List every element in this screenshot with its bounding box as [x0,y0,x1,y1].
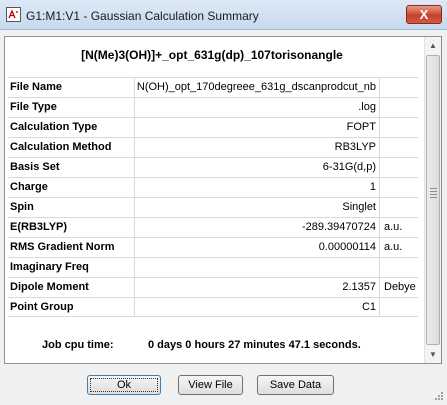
row-label: Imaginary Freq [8,258,135,277]
scrollbar-thumb[interactable] [426,55,440,345]
row-value: N(OH)_opt_170degreee_631g_dscanprodcut_n… [136,78,380,97]
ok-button-label: Ok [89,378,159,392]
row-unit [381,258,418,277]
row-label: RMS Gradient Norm [8,238,135,257]
ok-button[interactable]: Ok [87,375,161,395]
table-row: Calculation Method RB3LYP [8,137,418,157]
gaussian-app-icon [6,7,21,22]
row-label: Point Group [8,298,135,317]
job-name-header: [N(Me)3(OH)]+_opt_631g(dp)_107torisonang… [81,48,343,62]
title-bar: G1:M1:V1 - Gaussian Calculation Summary … [0,0,447,30]
scroll-down-arrow-icon[interactable]: ▼ [425,346,441,363]
row-label: Spin [8,198,135,217]
table-row: Point Group C1 [8,297,418,317]
scroll-up-arrow-icon[interactable]: ▲ [425,37,441,54]
row-value: FOPT [136,118,380,137]
close-icon: X [419,7,429,22]
table-row: File Name N(OH)_opt_170degreee_631g_dscan… [8,77,418,97]
row-unit [381,78,418,97]
row-label: File Name [8,78,135,97]
table-row: File Type .log [8,97,418,117]
view-file-button[interactable]: View File [178,375,243,395]
resize-grip-icon[interactable] [430,390,444,403]
row-value: Singlet [136,198,380,217]
row-value [136,258,380,277]
row-value: 2.1357 [136,278,380,297]
row-label: Calculation Method [8,138,135,157]
summary-panel: [N(Me)3(OH)]+_opt_631g(dp)_107torisonang… [4,36,442,364]
cpu-time-value: 0 days 0 hours 27 minutes 47.1 seconds. [148,339,361,351]
table-row: RMS Gradient Norm 0.00000114 a.u. [8,237,418,257]
row-value: .log [136,98,380,117]
table-row: Dipole Moment 2.1357 Debye [8,277,418,297]
row-unit [381,118,418,137]
table-row: Charge 1 [8,177,418,197]
table-row: E(RB3LYP) -289.39470724 a.u. [8,217,418,237]
row-label: E(RB3LYP) [8,218,135,237]
row-label: Calculation Type [8,118,135,137]
row-label: Charge [8,178,135,197]
row-value: -289.39470724 [136,218,380,237]
table-row: Calculation Type FOPT [8,117,418,137]
row-unit [381,158,418,177]
window-title: G1:M1:V1 - Gaussian Calculation Summary [26,9,259,23]
row-unit [381,298,418,317]
summary-table: File Name N(OH)_opt_170degreee_631g_dscan… [8,77,418,317]
close-button[interactable]: X [406,5,442,24]
table-row: Imaginary Freq [8,257,418,277]
table-row: Spin Singlet [8,197,418,217]
row-value: 6-31G(d,p) [136,158,380,177]
row-label: Dipole Moment [8,278,135,297]
row-value: RB3LYP [136,138,380,157]
cpu-time-label: Job cpu time: [42,339,114,351]
row-unit [381,138,418,157]
row-unit: Debye [384,281,416,293]
row-unit [381,198,418,217]
row-unit: a.u. [384,241,403,253]
row-unit [381,178,418,197]
save-data-button[interactable]: Save Data [257,375,334,395]
row-value: 1 [136,178,380,197]
table-row: Basis Set 6-31G(d,p) [8,157,418,177]
vertical-scrollbar[interactable]: ▲ ▼ [424,37,441,363]
row-unit [381,98,418,117]
cpu-time-line: Job cpu time: 0 days 0 hours 27 minutes … [5,337,419,355]
row-label: File Type [8,98,135,117]
row-value: C1 [136,298,380,317]
row-label: Basis Set [8,158,135,177]
row-value: 0.00000114 [136,238,380,257]
row-unit: a.u. [384,221,403,233]
